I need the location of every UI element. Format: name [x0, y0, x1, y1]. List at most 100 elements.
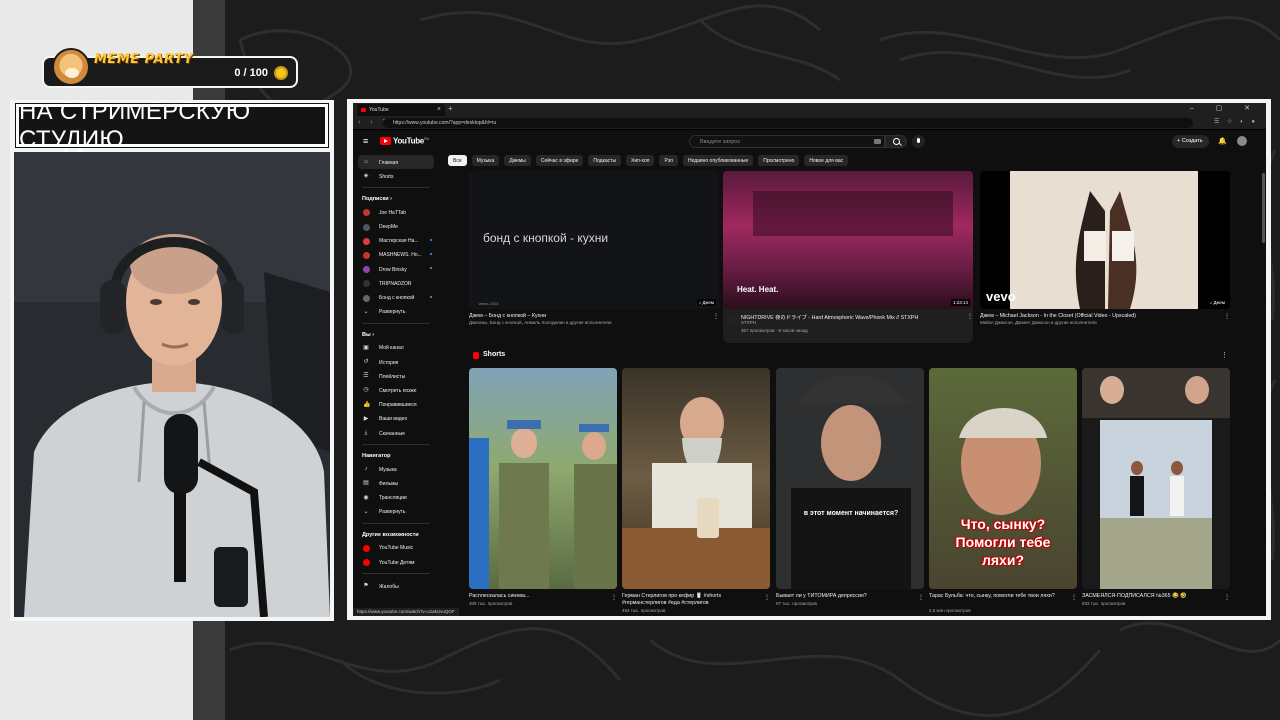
expand-subscriptions[interactable]: ⌄ Развернуть: [358, 305, 434, 319]
short-views: 97 тыс. просмотров: [776, 601, 817, 606]
video-thumbnail[interactable]: Heat. Heat. 1:23:14: [723, 171, 973, 309]
short-title[interactable]: Бывает ли у ТИТОМИРА депрессия?: [776, 593, 914, 600]
url-input[interactable]: https://www.youtube.com/?app=desktop&hl=…: [383, 118, 1193, 128]
chip-rap[interactable]: Рэп: [659, 155, 678, 166]
window-controls[interactable]: – ▢ ✕: [1190, 104, 1260, 112]
video-thumbnail[interactable]: vevo ♪ Джем: [980, 171, 1230, 309]
avatar[interactable]: [1237, 136, 1247, 146]
short-card[interactable]: Что, сынку? Помогли тебе ляхи? Тарас Бул…: [929, 368, 1077, 616]
subscription-item[interactable]: MASHNEWS. Но...: [358, 248, 434, 262]
video-channels: Джиганы, Бонд с кнопкой, Анмаль Холодили…: [469, 320, 612, 325]
subscription-item[interactable]: Drow Binsky: [358, 262, 434, 276]
sidebar-item-watch-later[interactable]: ◷ Смотреть позже: [358, 383, 434, 397]
short-card[interactable]: Герман Стерлигов про кефир 🥛 #shorts #ге…: [622, 368, 770, 616]
yt-music-icon: [363, 544, 370, 552]
close-tab-icon[interactable]: ×: [437, 106, 441, 113]
doge-icon: [52, 48, 90, 86]
chip-watched[interactable]: Просмотрено: [758, 155, 800, 166]
search-input[interactable]: Введите запрос: [689, 135, 885, 148]
extension-icons[interactable]: ☰ ☆ ◐ ●: [1214, 118, 1258, 125]
sidebar-item-live[interactable]: ◉ Трансляции: [358, 491, 434, 505]
subscription-item[interactable]: DeepMe: [358, 220, 434, 234]
short-card[interactable]: в этот момент начинается? Бывает ли у ТИ…: [776, 368, 924, 616]
more-options-icon[interactable]: ⋮: [1224, 313, 1230, 320]
short-image: [622, 397, 770, 589]
mic-icon[interactable]: [912, 135, 925, 148]
short-thumbnail[interactable]: Что, сынку? Помогли тебе ляхи?: [929, 368, 1077, 589]
sidebar-item-liked[interactable]: 👍 Понравившиеся: [358, 398, 434, 412]
more-options-icon[interactable]: ⋮: [967, 313, 973, 320]
channel-avatar[interactable]: [725, 314, 737, 326]
sidebar-item-yt-music[interactable]: YouTube Music: [358, 541, 434, 555]
short-title[interactable]: Герман Стерлигов про кефир 🥛 #shorts #ге…: [622, 593, 760, 607]
short-thumbnail[interactable]: [469, 368, 617, 589]
subscription-item[interactable]: TRIPNADZOR: [358, 276, 434, 290]
search-button[interactable]: [885, 135, 907, 148]
sidebar-item-films[interactable]: ▤ Фильмы: [358, 476, 434, 490]
subscription-item[interactable]: Бонд с кнопкой: [358, 291, 434, 305]
new-tab-icon[interactable]: +: [448, 104, 453, 113]
youtube-logo-text[interactable]: YouTubeRU: [393, 136, 429, 146]
sidebar-item-complaints[interactable]: ⚑ Жалобы: [358, 579, 434, 593]
your-videos-icon: ▶: [363, 415, 369, 422]
more-options-icon[interactable]: ⋮: [1071, 594, 1077, 601]
subscription-item[interactable]: Joe HaTTab: [358, 205, 434, 219]
sidebar-item-music[interactable]: ♪ Музыка: [358, 462, 434, 476]
short-card[interactable]: ЗАСМЕЯЛСЯ-ПОДПИСАЛСЯ №365 😂 🤣 833 тыс. п…: [1082, 368, 1230, 616]
short-thumbnail[interactable]: [622, 368, 770, 589]
keyboard-icon[interactable]: [874, 139, 881, 144]
channel-avatar: [363, 223, 370, 231]
sidebar-item-your-videos[interactable]: ▶ Ваши видео: [358, 412, 434, 426]
expand-navigator[interactable]: ⌄ Развернуть: [358, 505, 434, 519]
short-title[interactable]: Расплескалась синева...: [469, 593, 607, 600]
tab-youtube[interactable]: YouTube ×: [357, 104, 445, 116]
sidebar-item-downloads[interactable]: ⤓ Скачанные: [358, 426, 434, 440]
home-icon: ⌂: [364, 159, 368, 165]
sidebar-item-yt-kids[interactable]: YouTube Детям: [358, 555, 434, 569]
shorts-more-icon[interactable]: ⋮: [1221, 351, 1228, 359]
video-thumbnail[interactable]: бонд с кнопкой - кухни июнь 2024 ♪ Джем: [469, 171, 719, 309]
sidebar-item-shorts[interactable]: ◈ Shorts: [358, 169, 434, 183]
video-card[interactable]: vevo ♪ Джем Джем – Michael Jackson - In …: [980, 171, 1230, 341]
youtube-logo-icon[interactable]: [380, 137, 391, 145]
bell-icon[interactable]: 🔔: [1218, 137, 1227, 145]
more-options-icon[interactable]: ⋮: [611, 594, 617, 601]
short-title[interactable]: ЗАСМЕЯЛСЯ-ПОДПИСАЛСЯ №365 😂 🤣: [1082, 593, 1220, 600]
more-options-icon[interactable]: ⋮: [764, 594, 770, 601]
short-card[interactable]: Расплескалась синева... 308 тыс. просмот…: [469, 368, 617, 616]
video-title[interactable]: Джем – Бонд с кнопкой – Кухни: [469, 313, 709, 319]
chip-podcasts[interactable]: Подкасты: [588, 155, 622, 166]
more-options-icon[interactable]: ⋮: [713, 313, 719, 320]
sidebar-divider: [362, 522, 430, 524]
chip-recent[interactable]: Недавно опубликованные: [682, 155, 754, 166]
chip-music[interactable]: Музыка: [471, 155, 500, 166]
you-heading[interactable]: Вы ›: [358, 329, 434, 341]
video-title[interactable]: Джем – Michael Jackson - In the Closet (…: [980, 313, 1220, 319]
coin-icon: [274, 66, 288, 80]
page-scrollbar[interactable]: [1262, 173, 1265, 243]
jam-badge: ♪ Джем: [1207, 299, 1227, 306]
chip-all[interactable]: Все: [448, 155, 467, 166]
chip-live[interactable]: Сейчас в эфире: [535, 155, 584, 166]
sidebar-item-home[interactable]: ⌂ Главная: [358, 155, 434, 170]
short-views: 494 тыс. просмотров: [622, 608, 666, 613]
sidebar-item-my-channel[interactable]: ▣ Мой канал: [358, 341, 434, 355]
short-title[interactable]: Тарас Бульба: что, сынку, помогли тебе т…: [929, 593, 1067, 600]
short-thumbnail[interactable]: [1082, 368, 1230, 589]
more-options-icon[interactable]: ⋮: [1224, 594, 1230, 601]
short-thumbnail[interactable]: в этот момент начинается?: [776, 368, 924, 589]
chip-jams[interactable]: Джемы: [504, 155, 531, 166]
subscriptions-heading[interactable]: Подписки ›: [358, 193, 434, 205]
video-card[interactable]: бонд с кнопкой - кухни июнь 2024 ♪ Джем …: [469, 171, 719, 341]
more-options-icon[interactable]: ⋮: [918, 594, 924, 601]
sidebar-item-history[interactable]: ↺ История: [358, 355, 434, 369]
video-card-hovered[interactable]: Heat. Heat. 1:23:14 NIGHTDRIVE 夜のドライブ - …: [723, 171, 973, 343]
sidebar-item-playlists[interactable]: ☰ Плейлисты: [358, 369, 434, 383]
meme-party-widget: MEME PARTY 0 / 100: [42, 48, 298, 88]
chip-hip-hop[interactable]: Хип-хоп: [626, 155, 655, 166]
video-channel[interactable]: STXPH: [741, 320, 981, 325]
chip-new-for-you[interactable]: Новое для вас: [804, 155, 849, 166]
subscription-item[interactable]: Мастерская На...: [358, 234, 434, 248]
create-button[interactable]: + Создать: [1172, 135, 1209, 148]
menu-icon[interactable]: ≡: [363, 136, 368, 146]
